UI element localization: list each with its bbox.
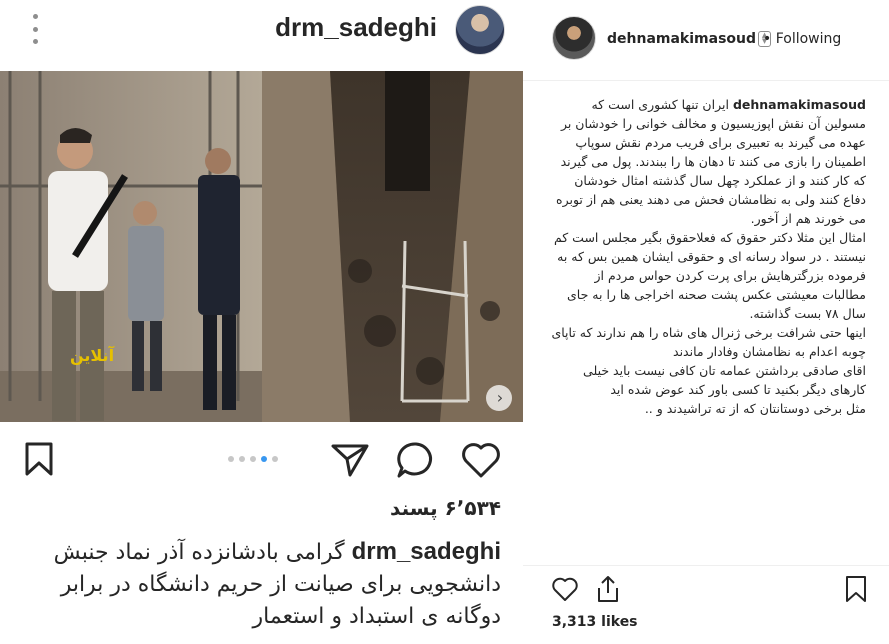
carousel-next-button[interactable]: ›	[486, 385, 512, 411]
comment-username[interactable]: dehnamakimasoud	[733, 97, 866, 112]
carousel-dot-active	[261, 456, 267, 462]
share-icon[interactable]	[330, 442, 370, 482]
post-header: drm_sadeghi	[0, 0, 523, 70]
comment-paragraph-3: اینها حتی شرافت برخی ژنرال های شاه را هم…	[551, 325, 866, 359]
carousel-dot	[228, 456, 234, 462]
likes-count-en[interactable]: 3,313 likes	[552, 614, 638, 630]
comment-paragraph-4: اقای صادقی برداشتن عمامه تان کافی نیست ب…	[583, 363, 866, 397]
comment-paragraph-1: dehnamakimasoud ایران تنها کشوری است که …	[548, 95, 866, 228]
like-heart-icon[interactable]	[551, 576, 579, 606]
carousel-dot	[272, 456, 278, 462]
post-username[interactable]: drm_sadeghi	[275, 12, 437, 43]
more-options-icon[interactable]	[28, 14, 42, 44]
post-caption: drm_sadeghi گرامی بادشانزده آذر نماد جنب…	[11, 536, 501, 633]
comment-paragraph-2: امثال این مثلا دکتر حقوق که فعلاحقوق بگی…	[553, 230, 866, 321]
comment-text: ایران تنها کشوری است که مسولین آن نقش اپ…	[556, 97, 866, 226]
carousel-dot	[239, 456, 245, 462]
share-upload-icon[interactable]	[595, 574, 621, 608]
carousel-dot	[250, 456, 256, 462]
following-label[interactable]: • Following	[763, 31, 841, 47]
comment-header: dehnamakimasoud ▲ ▼ • Following	[523, 0, 889, 81]
post-panel: drm_sadeghi آنلاین › ۶٬۵۳۴ پسند drm_sade…	[0, 0, 523, 643]
like-heart-icon[interactable]	[460, 441, 502, 483]
post-avatar[interactable]	[455, 5, 505, 55]
caption-username[interactable]: drm_sadeghi	[352, 538, 501, 565]
comment-body: dehnamakimasoud ایران تنها کشوری است که …	[548, 95, 866, 418]
likes-count[interactable]: ۶٬۵۳۴ پسند	[390, 496, 501, 520]
post-photo[interactable]: آنلاین ›	[0, 71, 523, 422]
comment-paragraph-5: مثل برخی دوستانتان که از ته تراشیدند و .…	[644, 401, 866, 416]
commenter-username[interactable]: dehnamakimasoud ▲ ▼	[607, 31, 772, 47]
post-photo-image: آنلاین	[0, 71, 523, 422]
comment-panel: dehnamakimasoud ▲ ▼ • Following dehnamakim…	[523, 0, 889, 643]
commenter-username-text: dehnamakimasoud	[607, 31, 757, 47]
svg-text:آنلاین: آنلاین	[70, 345, 115, 365]
save-icon[interactable]	[24, 441, 54, 481]
save-icon[interactable]	[845, 575, 867, 607]
commenter-avatar[interactable]	[552, 16, 596, 60]
comment-icon[interactable]	[396, 441, 436, 483]
chevron-right-icon: ›	[496, 388, 504, 407]
carousel-indicator	[228, 456, 278, 462]
